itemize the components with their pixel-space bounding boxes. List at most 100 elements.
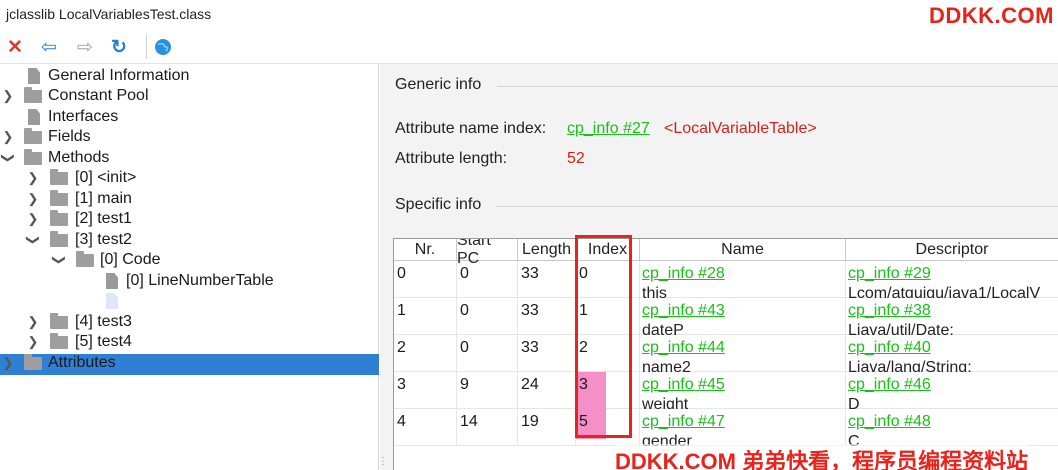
watermark-bottom: DDKK.COM 弟弟快看，程序员编程资料站 bbox=[615, 444, 1029, 470]
chevron-right-icon[interactable]: ❯ bbox=[26, 191, 40, 207]
tree-node-method-init[interactable]: ❯ [0] <init> bbox=[0, 168, 379, 188]
specific-info-heading: Specific info bbox=[395, 196, 482, 213]
tree-node-label: [5] test4 bbox=[75, 333, 132, 350]
tree-node-method-main[interactable]: ❯ [1] main bbox=[0, 189, 379, 209]
chevron-right-icon[interactable]: ❯ bbox=[1, 129, 15, 145]
cell-name-link[interactable]: cp_info #43 bbox=[642, 302, 725, 320]
column-header-descriptor[interactable]: Descriptor bbox=[846, 239, 1058, 261]
table-row[interactable]: 1 0 33 1 cp_info #43 dateP cp_info #38 Lja… bbox=[394, 298, 1058, 335]
tree-node-method-test1[interactable]: ❯ [2] test1 bbox=[0, 209, 379, 229]
tree-node-constant-pool[interactable]: ❯ Constant Pool bbox=[0, 86, 379, 106]
folder-icon bbox=[50, 209, 68, 226]
tree-node-method-test3[interactable]: ❯ [4] test3 bbox=[0, 312, 379, 332]
tree-node-attributes[interactable]: ❯ Attributes bbox=[0, 353, 379, 373]
cell-name-text: this bbox=[642, 285, 667, 298]
chevron-down-icon[interactable]: ❯ bbox=[0, 151, 16, 165]
column-header-nr[interactable]: Nr. bbox=[394, 239, 457, 261]
close-icon[interactable]: ✕ bbox=[4, 36, 26, 58]
tree-node-interfaces[interactable]: Interfaces bbox=[0, 107, 379, 127]
folder-icon bbox=[24, 353, 42, 370]
cell-descriptor-link[interactable]: cp_info #48 bbox=[848, 413, 931, 431]
cell-descriptor-link[interactable]: cp_info #29 bbox=[848, 265, 931, 283]
cell-descriptor-link[interactable]: cp_info #40 bbox=[848, 339, 931, 357]
column-header-start-pc[interactable]: Start PC bbox=[457, 239, 518, 267]
tree-node-label: [1] main bbox=[75, 190, 132, 207]
chevron-down-icon[interactable]: ❯ bbox=[51, 253, 67, 267]
refresh-icon[interactable]: ↻ bbox=[108, 36, 130, 58]
tree-node-label: [4] test3 bbox=[75, 313, 132, 330]
folder-icon bbox=[50, 332, 68, 349]
cell-nr: 0 bbox=[397, 265, 406, 282]
tree-node-code[interactable]: ❯ [0] Code bbox=[0, 250, 379, 270]
tree-node-general-information[interactable]: General Information bbox=[0, 66, 379, 86]
attribute-name-index-label: Attribute name index: bbox=[395, 120, 547, 137]
tree-node-fields[interactable]: ❯ Fields bbox=[0, 127, 379, 147]
chevron-right-icon[interactable]: ❯ bbox=[26, 211, 40, 227]
folder-icon bbox=[24, 127, 42, 144]
cell-nr: 2 bbox=[397, 339, 406, 356]
chevron-right-icon[interactable]: ❯ bbox=[26, 314, 40, 330]
cell-start-pc: 0 bbox=[460, 339, 469, 356]
table-row[interactable]: 3 9 24 3 cp_info #45 weight cp_info #46 D bbox=[394, 372, 1058, 409]
tree-node-label: General Information bbox=[48, 67, 190, 84]
tree-node-methods[interactable]: ❯ Methods bbox=[0, 148, 379, 168]
table-row[interactable]: 0 0 33 0 cp_info #28 this cp_info #29 Lcom… bbox=[394, 261, 1058, 298]
cell-descriptor-text: Lcom/atguigu/java1/LocalV bbox=[848, 285, 1041, 298]
cell-descriptor-text: Ljava/util/Date; bbox=[848, 322, 954, 335]
table-row[interactable]: 2 0 33 2 cp_info #44 name2 cp_info #40 Lja… bbox=[394, 335, 1058, 372]
cell-length: 33 bbox=[521, 265, 539, 282]
splitter-grip[interactable]: ⋮ bbox=[378, 456, 388, 467]
cell-name-link[interactable]: cp_info #28 bbox=[642, 265, 725, 283]
toolbar: ✕ ⇦ ⇨ ↻ bbox=[0, 30, 1058, 64]
cell-start-pc: 0 bbox=[460, 265, 469, 282]
back-arrow-icon[interactable]: ⇦ bbox=[38, 36, 60, 58]
cell-descriptor-link[interactable]: cp_info #38 bbox=[848, 302, 931, 320]
tree-node-label: [1] LocalVariableTable bbox=[126, 292, 283, 309]
tree-node-line-number-table[interactable]: [0] LineNumberTable bbox=[0, 271, 379, 291]
cell-start-pc: 0 bbox=[460, 302, 469, 319]
cell-descriptor-link[interactable]: cp_info #46 bbox=[848, 376, 931, 394]
tree-node-method-test2[interactable]: ❯ [3] test2 bbox=[0, 230, 379, 250]
column-header-name[interactable]: Name bbox=[640, 239, 846, 261]
chevron-right-icon[interactable]: ❯ bbox=[1, 355, 15, 371]
column-header-length[interactable]: Length bbox=[518, 239, 576, 261]
tree-node-label: Methods bbox=[48, 149, 110, 166]
tree-node-label: Attributes bbox=[48, 354, 116, 371]
file-icon bbox=[28, 109, 40, 125]
forward-arrow-icon[interactable]: ⇨ bbox=[74, 36, 96, 58]
cell-name-link[interactable]: cp_info #44 bbox=[642, 339, 725, 357]
tree-node-label: [0] Code bbox=[100, 251, 161, 268]
file-icon bbox=[106, 293, 118, 309]
folder-icon bbox=[24, 86, 42, 103]
tree-node-method-test4[interactable]: ❯ [5] test4 bbox=[0, 332, 379, 352]
watermark-top: DDKK.COM bbox=[929, 3, 1054, 28]
attribute-length-label: Attribute length: bbox=[395, 150, 508, 167]
cell-length: 33 bbox=[521, 302, 539, 319]
folder-icon bbox=[50, 312, 68, 329]
folder-icon bbox=[24, 148, 42, 165]
chevron-right-icon[interactable]: ❯ bbox=[1, 88, 15, 104]
cell-name-link[interactable]: cp_info #45 bbox=[642, 376, 725, 394]
title-bar: jclasslib LocalVariablesTest.class DDKK.… bbox=[0, 0, 1058, 30]
folder-icon bbox=[50, 189, 68, 206]
window-title: jclasslib LocalVariablesTest.class bbox=[6, 6, 212, 22]
cell-nr: 3 bbox=[397, 376, 406, 393]
section-divider bbox=[496, 206, 1058, 207]
tree-node-label: [0] LineNumberTable bbox=[126, 272, 274, 289]
attribute-name-index-link[interactable]: cp_info #27 bbox=[567, 120, 650, 138]
generic-info-heading: Generic info bbox=[395, 76, 482, 93]
cell-name-link[interactable]: cp_info #47 bbox=[642, 413, 725, 431]
folder-icon bbox=[76, 250, 94, 267]
cell-length: 33 bbox=[521, 339, 539, 356]
globe-icon[interactable] bbox=[152, 36, 174, 58]
cell-start-pc: 9 bbox=[460, 376, 469, 393]
table-row[interactable]: 4 14 19 5 cp_info #47 gender cp_info #48 C bbox=[394, 409, 1058, 446]
chevron-down-icon[interactable]: ❯ bbox=[25, 233, 41, 247]
tree-node-label: Constant Pool bbox=[48, 87, 149, 104]
section-divider bbox=[497, 86, 1058, 87]
chevron-right-icon[interactable]: ❯ bbox=[26, 170, 40, 186]
cell-descriptor-text: Ljava/lang/String; bbox=[848, 359, 972, 372]
index-column-annotation-box bbox=[575, 235, 632, 438]
tree-node-local-variable-table[interactable]: [1] LocalVariableTable bbox=[0, 291, 379, 311]
chevron-right-icon[interactable]: ❯ bbox=[26, 334, 40, 350]
